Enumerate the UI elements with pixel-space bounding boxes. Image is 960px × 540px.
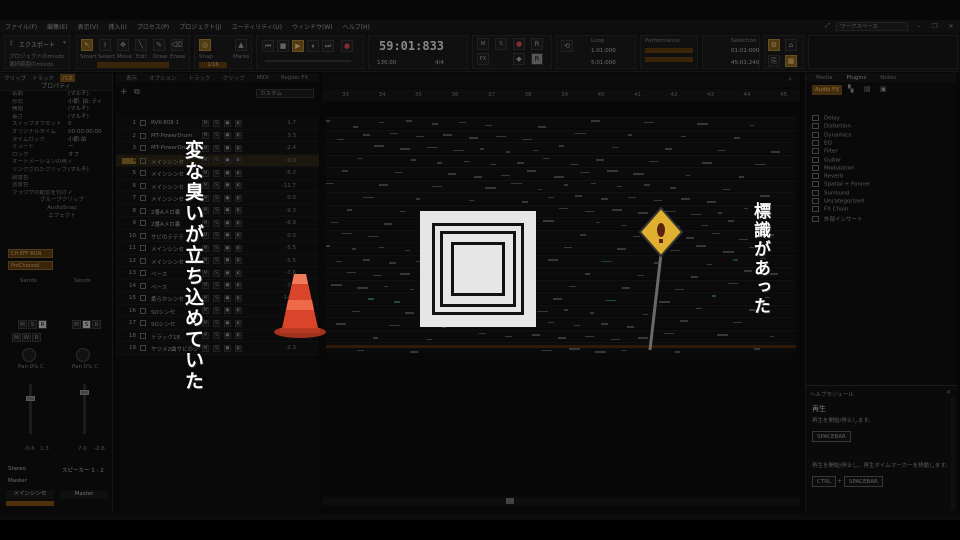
dim-overlay: [0, 0, 960, 540]
daw-window: ファイル(F) 編集(E) 表示(V) 挿入(I) プロセス(P) プロジェクト…: [0, 0, 960, 540]
